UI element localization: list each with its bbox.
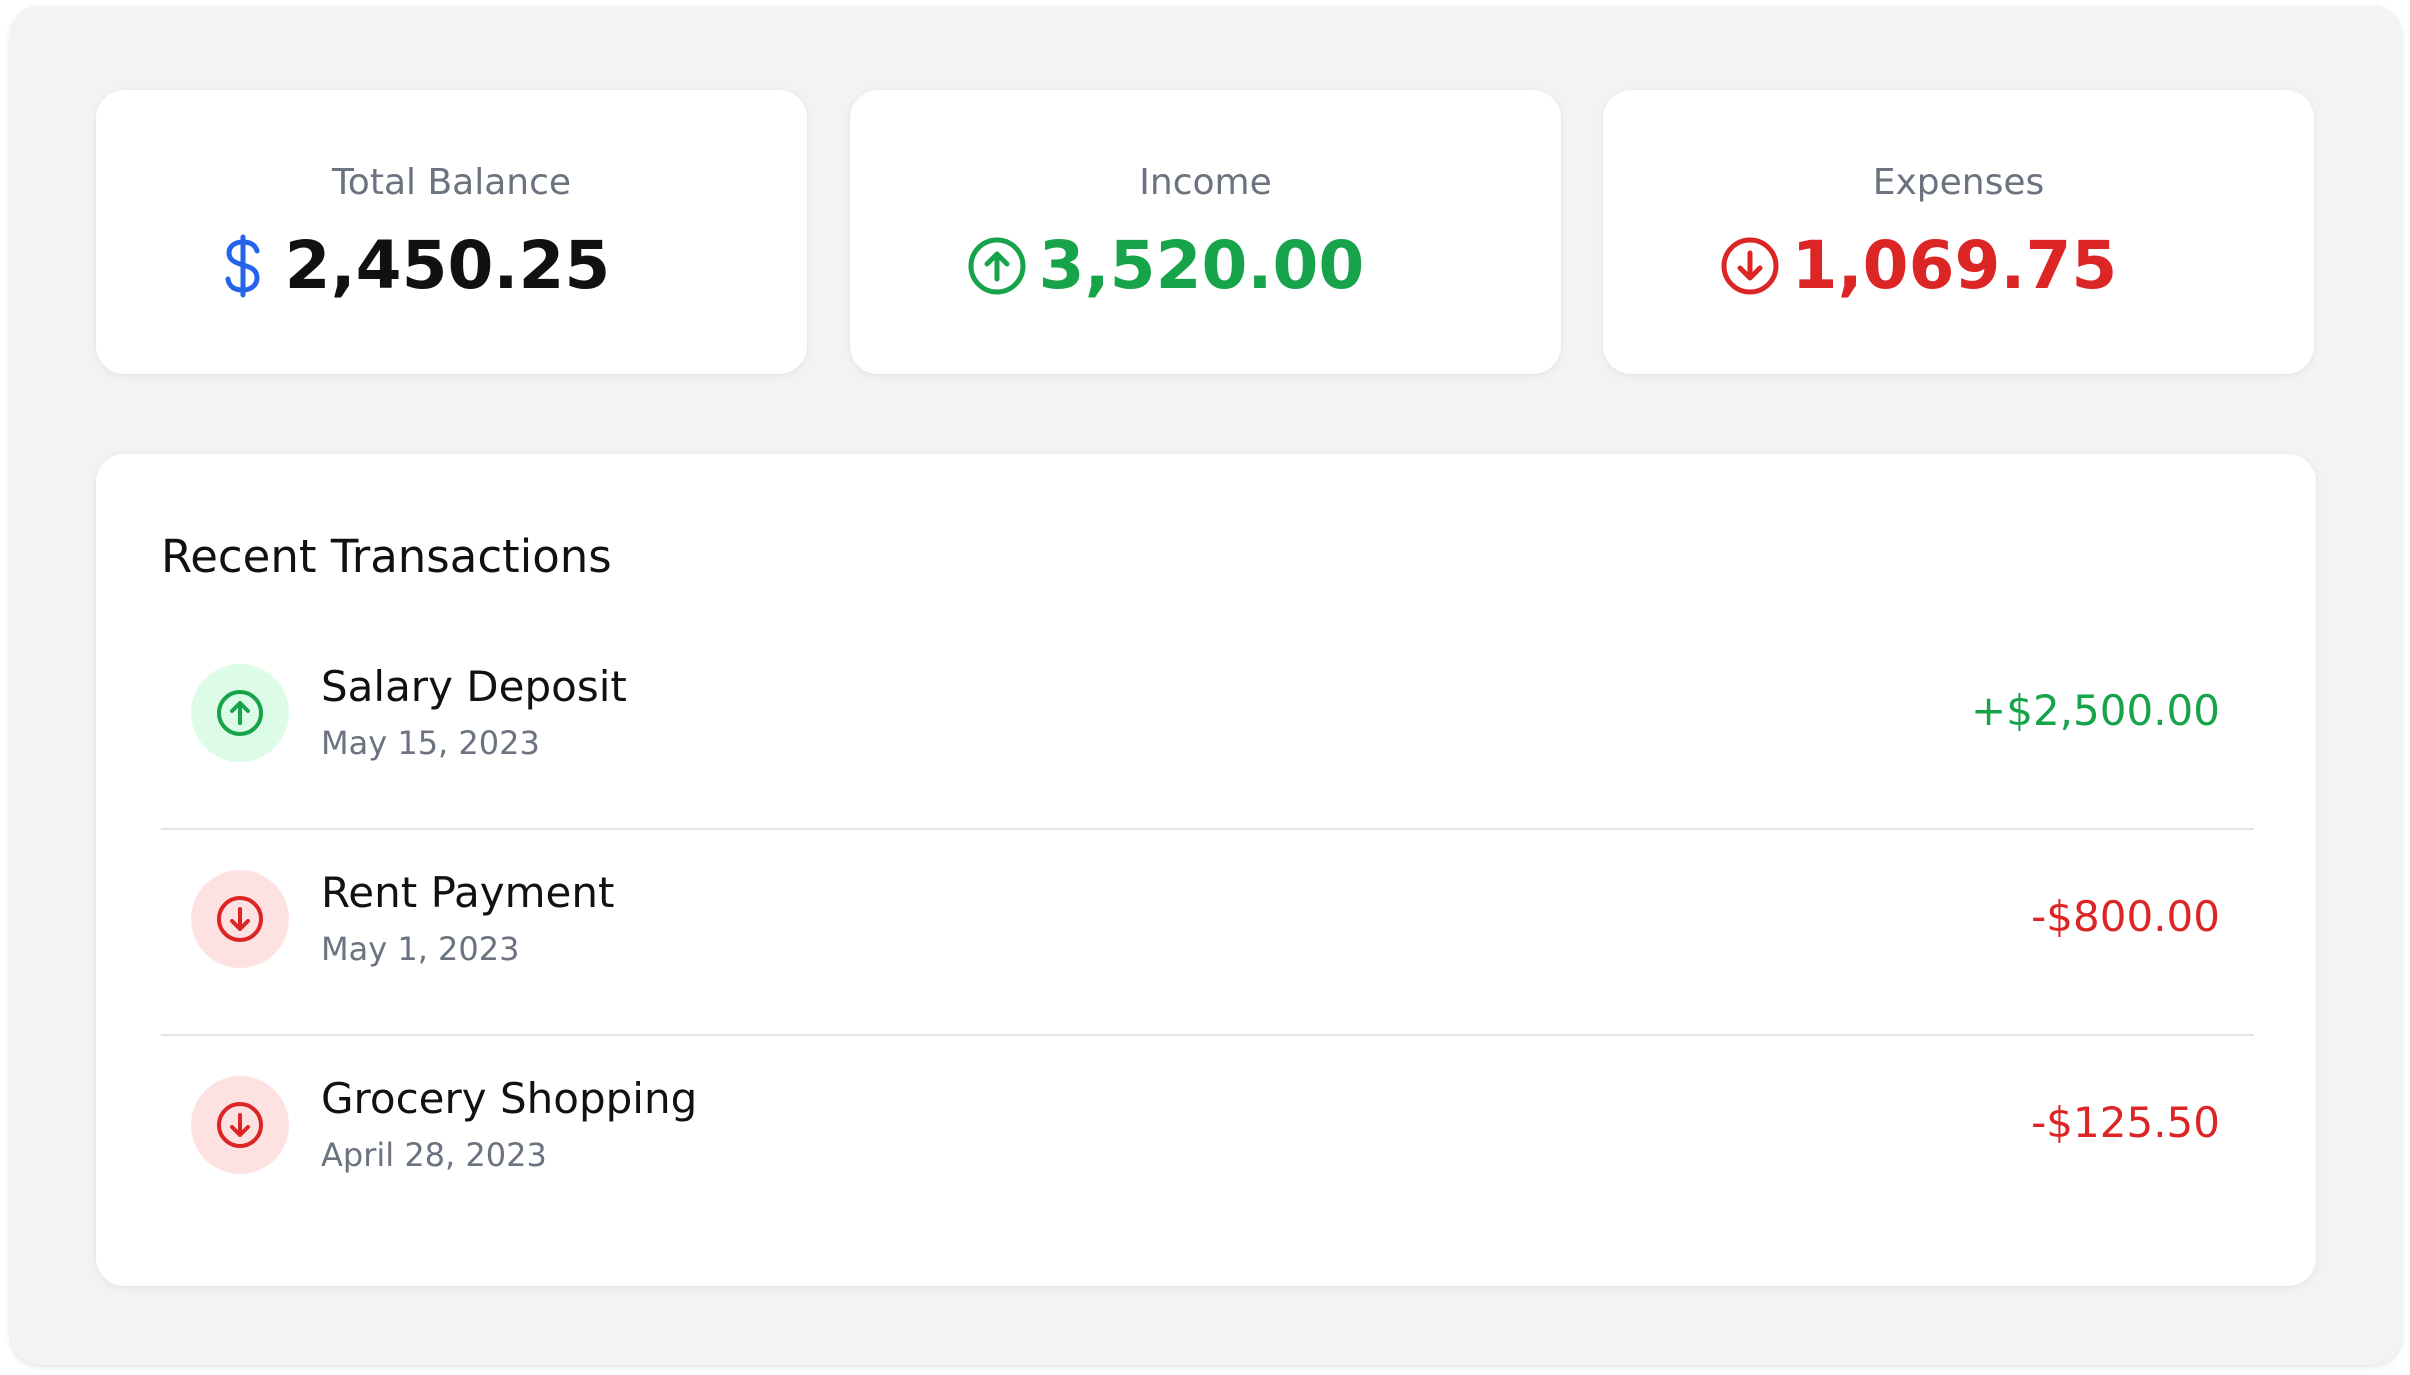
income-label: Income (1139, 162, 1272, 203)
expenses-label: Expenses (1872, 162, 2045, 203)
section-title: Recent Transactions (161, 530, 612, 583)
transaction-amount: -$125.50 (2031, 1098, 2220, 1147)
expenses-value: 1,069.75 (1791, 227, 2118, 304)
transaction-name: Rent Payment (321, 868, 615, 917)
arrow-up-circle-icon (191, 664, 289, 762)
transaction-row[interactable]: Salary Deposit May 15, 2023 +$2,500.00 (161, 624, 2254, 830)
expenses-card: Expenses 1,069.75 (1603, 90, 2314, 374)
transaction-date: May 1, 2023 (321, 930, 520, 968)
income-value: 3,520.00 (1038, 227, 1365, 304)
arrow-up-circle-icon (967, 236, 1027, 296)
transaction-row[interactable]: Grocery Shopping April 28, 2023 -$125.50 (161, 1036, 2254, 1242)
transaction-date: May 15, 2023 (321, 724, 540, 762)
arrow-down-circle-icon (191, 870, 289, 968)
total-balance-card: Total Balance 2,450.25 (96, 90, 807, 374)
total-balance-label: Total Balance (331, 162, 572, 203)
transaction-amount: +$2,500.00 (1971, 686, 2220, 735)
transaction-list: Salary Deposit May 15, 2023 +$2,500.00 R… (161, 624, 2254, 1242)
recent-transactions-card: Recent Transactions Salary Deposit May 1… (96, 454, 2316, 1286)
income-card: Income 3,520.00 (850, 90, 1561, 374)
dashboard-container: Total Balance 2,450.25 Income 3,520.00 E… (10, 6, 2402, 1365)
transaction-name: Salary Deposit (321, 662, 627, 711)
arrow-down-circle-icon (191, 1076, 289, 1174)
transaction-name: Grocery Shopping (321, 1074, 698, 1123)
arrow-down-circle-icon (1720, 236, 1780, 296)
total-balance-value: 2,450.25 (284, 227, 611, 304)
transaction-row[interactable]: Rent Payment May 1, 2023 -$800.00 (161, 830, 2254, 1036)
dollar-icon (213, 234, 273, 298)
transaction-amount: -$800.00 (2031, 892, 2220, 941)
transaction-date: April 28, 2023 (321, 1136, 547, 1174)
